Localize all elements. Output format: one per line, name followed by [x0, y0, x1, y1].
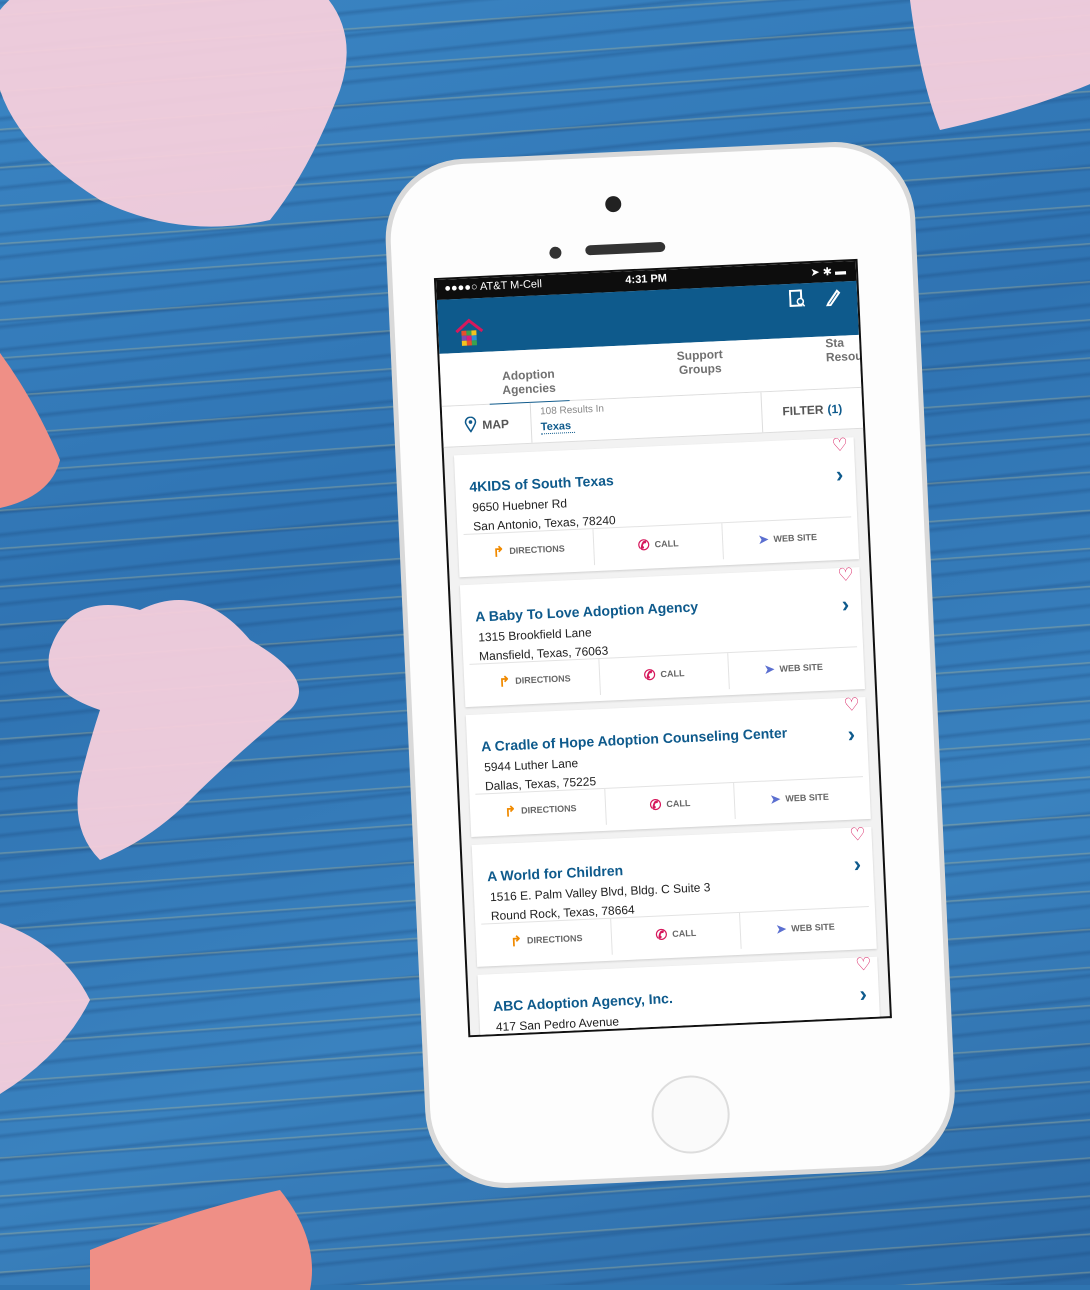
- filter-count: (1): [827, 401, 843, 417]
- map-button[interactable]: MAP: [441, 402, 533, 447]
- phone-icon: ✆: [643, 665, 656, 683]
- website-label: WEB SITE: [785, 791, 830, 804]
- agency-address-line1: 5944 Luther Lane: [483, 756, 579, 775]
- felt-heart-bottom-left: [0, 920, 100, 1110]
- heart-favorite-icon[interactable]: ♡: [855, 954, 872, 976]
- cursor-pointer-icon: ➤: [775, 921, 787, 937]
- agency-name[interactable]: A Cradle of Hope Adoption Counseling Cen…: [481, 725, 788, 755]
- heart-favorite-icon[interactable]: ♡: [843, 694, 860, 716]
- saved-search-icon[interactable]: [788, 289, 806, 313]
- heart-favorite-icon[interactable]: ♡: [849, 824, 866, 846]
- directions-label: DIRECTIONS: [514, 673, 571, 686]
- website-label: WEB SITE: [779, 661, 824, 674]
- tab-label-line2: Resou: [825, 348, 863, 365]
- agency-name[interactable]: A World for Children: [487, 862, 624, 884]
- tab-support-groups[interactable]: Support Groups: [659, 346, 740, 378]
- agency-address-line1: 9650 Huebner Rd: [472, 496, 568, 515]
- felt-heart-middle-left: [30, 590, 320, 880]
- heart-favorite-icon[interactable]: ♡: [837, 564, 854, 586]
- directions-button[interactable]: ↱ DIRECTIONS: [481, 918, 613, 961]
- call-button[interactable]: ✆ CALL: [610, 912, 742, 955]
- call-label: CALL: [660, 668, 685, 680]
- list-item[interactable]: ♡ › A World for Children 1516 E. Palm Va…: [471, 824, 877, 967]
- directions-button[interactable]: ↱ DIRECTIONS: [469, 658, 601, 701]
- phone-icon: ✆: [655, 925, 668, 943]
- chevron-right-icon[interactable]: ›: [859, 981, 868, 1007]
- website-label: WEB SITE: [791, 921, 835, 934]
- website-button[interactable]: ➤ WEB SITE: [729, 647, 859, 689]
- results-summary: 108 Results In Texas: [540, 404, 605, 435]
- cursor-pointer-icon: ➤: [758, 532, 769, 547]
- website-button[interactable]: ➤ WEB SITE: [734, 777, 864, 819]
- felt-heart-top-left: [0, 0, 380, 260]
- chevron-right-icon[interactable]: ›: [835, 462, 844, 488]
- felt-heart-top-right: [900, 0, 1090, 140]
- website-button[interactable]: ➤ WEB SITE: [740, 907, 870, 949]
- agency-name[interactable]: A Baby To Love Adoption Agency: [475, 598, 698, 624]
- directions-button[interactable]: ↱ DIRECTIONS: [463, 529, 595, 571]
- phone-icon: ✆: [649, 795, 662, 813]
- heart-favorite-icon[interactable]: ♡: [831, 434, 848, 456]
- directions-label: DIRECTIONS: [509, 543, 565, 556]
- house-logo-icon[interactable]: [454, 318, 485, 349]
- results-count-text: 108 Results In: [539, 403, 605, 418]
- felt-heart-left-salmon: [0, 330, 80, 520]
- chevron-right-icon[interactable]: ›: [853, 851, 862, 877]
- call-button[interactable]: ✆ CALL: [593, 523, 725, 566]
- agency-name[interactable]: ABC Adoption Agency, Inc.: [493, 990, 673, 1014]
- tab-adoption-agencies[interactable]: Adoption Agencies: [488, 366, 570, 406]
- directions-label: DIRECTIONS: [526, 933, 583, 946]
- filter-button[interactable]: FILTER (1): [760, 387, 864, 433]
- cursor-pointer-icon: ➤: [769, 791, 781, 807]
- agency-address-line1: 1516 E. Palm Valley Blvd, Bldg. C Suite …: [489, 880, 711, 905]
- directions-arrow-icon: ↱: [503, 802, 517, 819]
- directions-label: DIRECTIONS: [520, 803, 577, 816]
- phone-icon: ✆: [637, 536, 650, 553]
- edit-pencil-icon[interactable]: [825, 288, 842, 312]
- agency-list: ♡ › 4KIDS of South Texas 9650 Huebner Rd…: [444, 429, 890, 1036]
- list-item[interactable]: ♡ › A Baby To Love Adoption Agency 1315 …: [459, 564, 865, 708]
- list-item[interactable]: ♡ › A Cradle of Hope Adoption Counseling…: [465, 694, 871, 837]
- chevron-right-icon[interactable]: ›: [847, 721, 856, 747]
- agency-name[interactable]: 4KIDS of South Texas: [469, 472, 614, 495]
- location-link[interactable]: Texas: [540, 419, 576, 435]
- directions-button[interactable]: ↱ DIRECTIONS: [475, 788, 607, 831]
- tab-label-line1: Sta: [824, 335, 845, 351]
- directions-arrow-icon: ↱: [492, 542, 505, 560]
- agency-address-line1: 1315 Brookfield Lane: [477, 625, 592, 645]
- website-button[interactable]: ➤ WEB SITE: [723, 517, 853, 559]
- cursor-pointer-icon: ➤: [764, 662, 775, 677]
- tab-label-line2: Groups: [678, 361, 722, 378]
- directions-arrow-icon: ↱: [509, 932, 523, 949]
- call-button[interactable]: ✆ CALL: [599, 653, 731, 695]
- call-label: CALL: [654, 538, 679, 550]
- status-icons: ➤ ✱ ▬: [810, 265, 847, 279]
- map-pin-icon: [464, 415, 477, 436]
- map-label: MAP: [481, 416, 510, 433]
- website-label: WEB SITE: [773, 531, 818, 544]
- chevron-right-icon[interactable]: ›: [841, 592, 850, 618]
- call-button[interactable]: ✆ CALL: [604, 782, 737, 825]
- tab-label-line2: Agencies: [502, 380, 556, 398]
- directions-arrow-icon: ↱: [498, 672, 511, 690]
- call-label: CALL: [672, 927, 697, 939]
- felt-heart-bottom-salmon: [90, 1190, 320, 1290]
- call-label: CALL: [666, 798, 691, 810]
- list-item[interactable]: ♡ › 4KIDS of South Texas 9650 Huebner Rd…: [453, 434, 860, 578]
- phone-screen: ●●●●○ AT&T M-Cell 4:31 PM ➤ ✱ ▬ Adoption…: [436, 260, 890, 1036]
- filter-label: FILTER: [782, 402, 824, 419]
